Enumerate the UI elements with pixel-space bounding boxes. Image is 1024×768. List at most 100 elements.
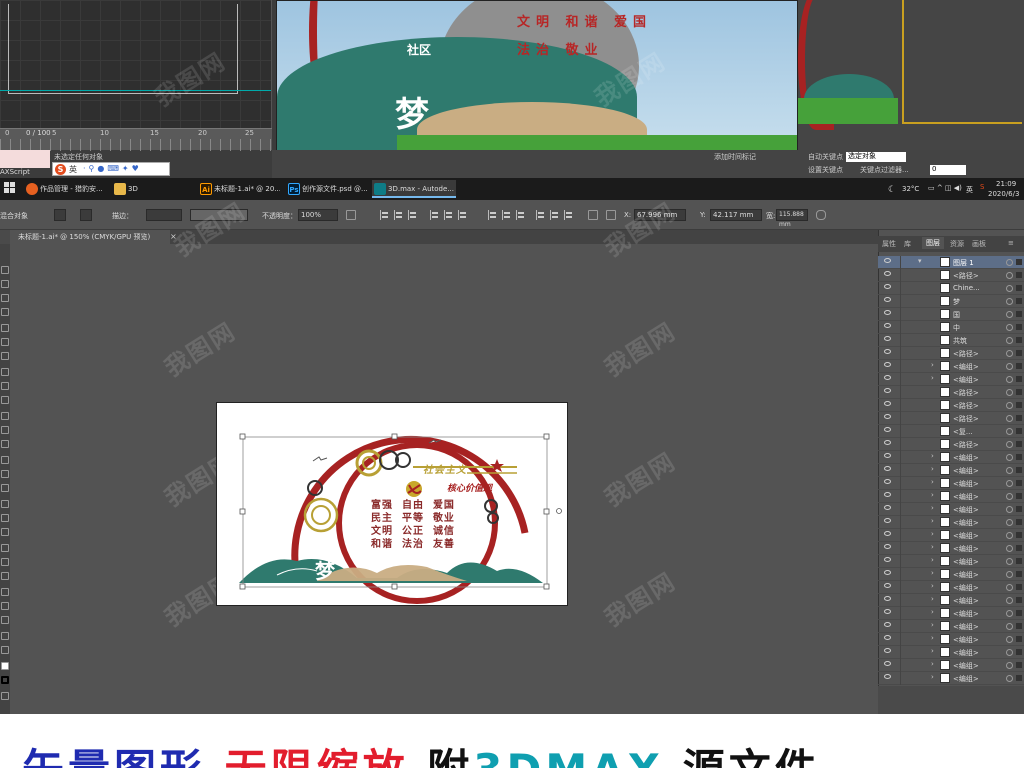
resize-handle[interactable]: [543, 583, 550, 590]
clock-time[interactable]: 21:09: [996, 180, 1016, 188]
artboard-tool-icon[interactable]: [1, 602, 9, 610]
target-icon[interactable]: [1006, 259, 1013, 266]
artboard[interactable]: 社会主义 核心价值观 富强 自由 爱国 民主 平等 敬业 文明 公正 诚信 和谐…: [216, 402, 568, 606]
layer-name[interactable]: <路径>: [953, 388, 979, 398]
layer-row[interactable]: › <编组>: [878, 620, 1024, 633]
target-icon[interactable]: [1006, 649, 1013, 656]
visibility-eye-icon[interactable]: [884, 271, 891, 276]
viewport-right[interactable]: [798, 0, 1024, 150]
layer-row[interactable]: › <编组>: [878, 542, 1024, 555]
blend-tool-icon[interactable]: [1, 558, 9, 566]
expand-arrow-icon[interactable]: ›: [931, 634, 934, 642]
selection-indicator[interactable]: [1016, 298, 1022, 304]
visibility-eye-icon[interactable]: [884, 544, 891, 549]
resize-handle[interactable]: [239, 508, 246, 515]
layer-name[interactable]: <编组>: [953, 453, 979, 463]
set-key-label[interactable]: 设置关键点: [808, 165, 843, 175]
tray-icons[interactable]: ▭ ^ ◫ ◀): [928, 184, 962, 192]
resize-handle[interactable]: [239, 433, 246, 440]
taskbar-item-3dsmax[interactable]: 3D.max - Autode...: [372, 180, 456, 198]
layer-name[interactable]: <路径>: [953, 401, 979, 411]
target-icon[interactable]: [1006, 506, 1013, 513]
visibility-eye-icon[interactable]: [884, 492, 891, 497]
target-icon[interactable]: [1006, 285, 1013, 292]
input-method-bar[interactable]: S 英 ·⚲●⌨✦♥: [52, 162, 170, 176]
tray-language[interactable]: 英: [966, 185, 973, 195]
rotate-tool-icon[interactable]: [1, 426, 9, 434]
layer-row[interactable]: 共筑: [878, 334, 1024, 347]
layer-row[interactable]: › <编组>: [878, 451, 1024, 464]
visibility-eye-icon[interactable]: [884, 622, 891, 627]
layer-name[interactable]: <编组>: [953, 635, 979, 645]
distribute-icon[interactable]: [536, 210, 545, 220]
layer-row[interactable]: › <编组>: [878, 633, 1024, 646]
expand-arrow-icon[interactable]: ›: [931, 517, 934, 525]
layer-row[interactable]: › <编组>: [878, 503, 1024, 516]
target-icon[interactable]: [1006, 467, 1013, 474]
layer-name[interactable]: <路径>: [953, 271, 979, 281]
perspective-tool-icon[interactable]: [1, 500, 9, 508]
visibility-eye-icon[interactable]: [884, 648, 891, 653]
visibility-eye-icon[interactable]: [884, 557, 891, 562]
ime-tool-icons[interactable]: ·⚲●⌨✦♥: [83, 164, 142, 173]
visibility-eye-icon[interactable]: [884, 323, 891, 328]
selection-indicator[interactable]: [1016, 649, 1022, 655]
layer-row[interactable]: › <编组>: [878, 581, 1024, 594]
selection-indicator[interactable]: [1016, 441, 1022, 447]
layer-row[interactable]: › <编组>: [878, 555, 1024, 568]
selection-indicator[interactable]: [1016, 532, 1022, 538]
layer-name[interactable]: <编组>: [953, 609, 979, 619]
weather-text[interactable]: 32°C: [902, 185, 919, 193]
layer-name[interactable]: <编组>: [953, 544, 979, 554]
x-input[interactable]: 67.996 mm: [634, 209, 686, 221]
target-icon[interactable]: [1006, 324, 1013, 331]
layer-name[interactable]: <路径>: [953, 414, 979, 424]
visibility-eye-icon[interactable]: [884, 258, 891, 263]
lasso-tool-icon[interactable]: [1, 308, 9, 316]
auto-key-label[interactable]: 自动关键点: [808, 152, 843, 162]
layer-name[interactable]: <编组>: [953, 505, 979, 515]
selection-indicator[interactable]: [1016, 636, 1022, 642]
magic-wand-tool-icon[interactable]: [1, 294, 9, 302]
sogou-tray-icon[interactable]: S: [980, 183, 984, 191]
opacity-input[interactable]: 100%: [298, 209, 338, 221]
expand-arrow-icon[interactable]: ›: [931, 465, 934, 473]
layer-name[interactable]: <编组>: [953, 362, 979, 372]
type-tool-icon[interactable]: [1, 338, 9, 346]
layer-name[interactable]: <编组>: [953, 648, 979, 658]
distribute-icon[interactable]: [488, 210, 497, 220]
visibility-eye-icon[interactable]: [884, 284, 891, 289]
selection-indicator[interactable]: [1016, 467, 1022, 473]
layer-row[interactable]: <路径>: [878, 438, 1024, 451]
add-time-tag[interactable]: 添加时间标记: [714, 152, 756, 162]
visibility-eye-icon[interactable]: [884, 518, 891, 523]
fill-swatch[interactable]: [54, 209, 66, 221]
windows-start-icon[interactable]: [4, 182, 16, 194]
selection-indicator[interactable]: [1016, 415, 1022, 421]
target-icon[interactable]: [1006, 337, 1013, 344]
frame-input[interactable]: 0: [930, 165, 966, 175]
expand-arrow-icon[interactable]: ›: [931, 595, 934, 603]
visibility-eye-icon[interactable]: [884, 375, 891, 380]
layer-name[interactable]: <编组>: [953, 661, 979, 671]
target-icon[interactable]: [1006, 493, 1013, 500]
target-icon[interactable]: [1006, 636, 1013, 643]
target-icon[interactable]: [1006, 441, 1013, 448]
target-icon[interactable]: [1006, 480, 1013, 487]
align-icon[interactable]: [394, 210, 403, 220]
visibility-eye-icon[interactable]: [884, 466, 891, 471]
layer-row[interactable]: › <编组>: [878, 490, 1024, 503]
target-icon[interactable]: [1006, 389, 1013, 396]
expand-arrow-icon[interactable]: ›: [931, 673, 934, 681]
tab-assets[interactable]: 资源: [950, 239, 964, 249]
expand-arrow-icon[interactable]: ›: [931, 608, 934, 616]
resize-handle[interactable]: [391, 583, 398, 590]
visibility-eye-icon[interactable]: [884, 674, 891, 679]
visibility-eye-icon[interactable]: [884, 349, 891, 354]
hand-tool-icon[interactable]: [1, 632, 9, 640]
selection-indicator[interactable]: [1016, 402, 1022, 408]
selection-indicator[interactable]: [1016, 545, 1022, 551]
target-icon[interactable]: [1006, 298, 1013, 305]
selection-indicator[interactable]: [1016, 480, 1022, 486]
expand-arrow-icon[interactable]: ›: [931, 569, 934, 577]
